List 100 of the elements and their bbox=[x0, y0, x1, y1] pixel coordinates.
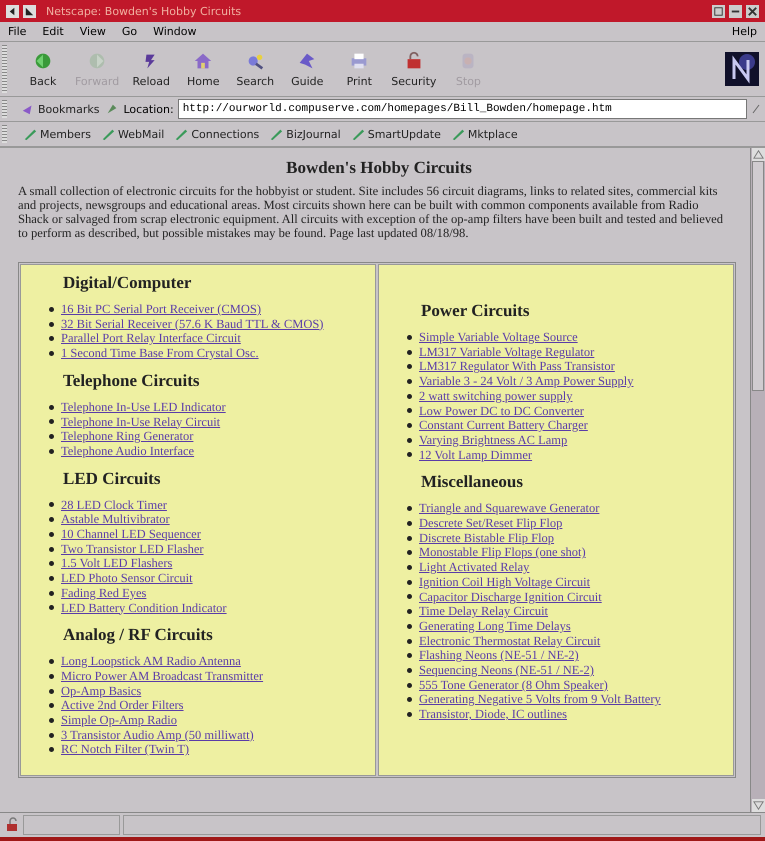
bullet-icon bbox=[407, 520, 412, 526]
circuit-link[interactable]: Electronic Thermostat Relay Circuit bbox=[419, 634, 600, 648]
section-heading: Digital/Computer bbox=[63, 273, 192, 293]
circuit-link[interactable]: Telephone In-Use Relay Circuit bbox=[61, 414, 220, 430]
circuit-link[interactable]: Flashing Neons (NE-51 / NE-2) bbox=[419, 648, 579, 664]
circuit-link[interactable]: Capacitor Discharge Ignition Circuit bbox=[419, 590, 602, 604]
circuit-link[interactable]: LED Photo Sensor Circuit bbox=[61, 571, 193, 586]
bullet-icon bbox=[407, 334, 412, 340]
circuit-link[interactable]: Discrete Bistable Flip Flop bbox=[419, 530, 554, 546]
menu-item[interactable]: Go bbox=[122, 25, 138, 38]
maximize-icon[interactable] bbox=[729, 4, 742, 18]
toolbar-grip[interactable] bbox=[2, 125, 7, 143]
bookmark-link[interactable]: SmartUpdate bbox=[348, 127, 443, 141]
bullet-icon bbox=[407, 594, 412, 600]
circuit-link[interactable]: 10 Channel LED Sequencer bbox=[61, 527, 201, 542]
circuit-link[interactable]: Low Power DC to DC Converter bbox=[419, 404, 584, 418]
circuit-link[interactable]: Triangle and Squarewave Generator bbox=[419, 501, 600, 516]
circuit-link[interactable]: Ignition Coil High Voltage Circuit bbox=[419, 574, 590, 590]
bookmark-link[interactable]: Connections bbox=[172, 127, 262, 141]
circuit-link[interactable]: Fading Red Eyes bbox=[61, 586, 146, 601]
circuit-link[interactable]: 12 Volt Lamp Dimmer bbox=[419, 448, 532, 462]
bullet-icon bbox=[49, 448, 54, 454]
circuit-link[interactable]: Descrete Set/Reset Flip Flop bbox=[419, 516, 562, 531]
toolbar-button[interactable]: Home bbox=[177, 46, 230, 92]
circuit-link[interactable]: Simple Op-Amp Radio bbox=[61, 713, 177, 728]
circuit-link[interactable]: RC Notch Filter (Twin T) bbox=[61, 742, 190, 758]
circuit-link[interactable]: Long Loopstick AM Radio Antenna bbox=[61, 654, 241, 669]
url-field[interactable]: http://ourworld.compuserve.com/homepages/Bill_Bowden/homepage.htm bbox=[178, 99, 747, 119]
toolbar-button[interactable]: Guide bbox=[281, 46, 334, 92]
bullet-icon bbox=[407, 536, 412, 541]
menu-item[interactable]: Edit bbox=[42, 25, 64, 38]
menu-item[interactable]: Help bbox=[732, 25, 757, 38]
circuit-link[interactable]: Generating Negative 5 Volts from 9 Volt Battery bbox=[419, 692, 661, 708]
circuit-link[interactable]: Active 2nd Order Filters bbox=[61, 698, 184, 714]
circuit-link[interactable]: Telephone Ring Generator bbox=[61, 429, 194, 444]
bullet-icon bbox=[407, 609, 412, 614]
circuit-link[interactable]: Time Delay Relay Circuit bbox=[419, 604, 548, 619]
window-menu-icon[interactable] bbox=[6, 4, 19, 18]
minimize-icon[interactable] bbox=[712, 4, 725, 18]
bookmark-link[interactable]: Members bbox=[21, 127, 93, 141]
bullet-icon bbox=[49, 605, 54, 610]
bullet-icon bbox=[407, 638, 412, 644]
circuit-link[interactable]: Constant Current Battery Charger bbox=[419, 418, 588, 433]
circuit-link[interactable]: Astable Multivibrator bbox=[61, 512, 170, 528]
circuit-link[interactable]: Sequencing Neons (NE-51 / NE-2) bbox=[419, 663, 594, 678]
toolbar-grip[interactable] bbox=[2, 100, 7, 118]
menu-item[interactable]: Window bbox=[153, 25, 196, 38]
scroll-down-icon[interactable] bbox=[752, 799, 764, 812]
toolbar-button[interactable]: Security bbox=[385, 46, 442, 92]
circuit-link[interactable]: Telephone Audio Interface bbox=[61, 444, 194, 459]
circuit-link[interactable]: 3 Transistor Audio Amp (50 milliwatt) bbox=[61, 728, 254, 742]
logo-icon bbox=[725, 52, 759, 86]
toolbar-button[interactable]: Print bbox=[333, 46, 386, 92]
circuit-link[interactable]: 28 LED Clock Timer bbox=[61, 498, 167, 512]
circuit-link[interactable]: Micro Power AM Broadcast Transmitter bbox=[61, 668, 264, 684]
bullet-icon bbox=[407, 564, 412, 570]
toolbar-button[interactable]: Search bbox=[229, 46, 282, 92]
bullet-icon bbox=[49, 502, 54, 508]
circuit-link[interactable]: Light Activated Relay bbox=[419, 560, 530, 575]
close-icon[interactable] bbox=[746, 4, 759, 18]
bookmark-link[interactable]: WebMail bbox=[98, 127, 166, 141]
toolbar-button[interactable]: Back bbox=[17, 46, 69, 92]
bullet-icon bbox=[49, 546, 54, 552]
window-shade-icon[interactable] bbox=[23, 4, 36, 18]
circuit-link[interactable]: 16 Bit PC Serial Port Receiver (CMOS) bbox=[61, 302, 261, 317]
menu-item[interactable]: File bbox=[8, 25, 26, 38]
scroll-up-icon[interactable] bbox=[752, 148, 764, 161]
circuit-link[interactable]: 555 Tone Generator (8 Ohm Speaker) bbox=[419, 678, 608, 692]
scrollbar[interactable] bbox=[750, 148, 765, 812]
bookmark-link[interactable]: Mktplace bbox=[448, 127, 520, 141]
circuit-link[interactable]: 32 Bit Serial Receiver (57.6 K Baud TTL & CMOS) bbox=[61, 316, 324, 332]
circuit-link[interactable]: Simple Variable Voltage Source bbox=[419, 330, 578, 345]
circuit-link[interactable]: 2 watt switching power supply bbox=[419, 388, 572, 404]
circuit-link[interactable]: Op-Amp Basics bbox=[61, 684, 142, 698]
bullet-icon bbox=[407, 580, 412, 585]
circuit-link[interactable]: Monostable Flip Flops (one shot) bbox=[419, 545, 586, 560]
bullet-icon bbox=[49, 532, 54, 537]
window-title: Netscape: Bowden's Hobby Circuits bbox=[46, 4, 242, 18]
circuit-link[interactable]: Parallel Port Relay Interface Circuit bbox=[61, 331, 241, 346]
bookmark-link[interactable]: BizJournal bbox=[267, 127, 343, 141]
circuit-link[interactable]: Transistor, Diode, IC outlines bbox=[419, 707, 567, 722]
circuit-link[interactable]: Generating Long Time Delays bbox=[419, 618, 571, 634]
circuit-link[interactable]: Two Transistor LED Flasher bbox=[61, 542, 204, 556]
bullet-icon bbox=[407, 378, 412, 384]
circuit-link[interactable]: LM317 Regulator With Pass Transistor bbox=[419, 359, 615, 374]
bookmarks-button[interactable]: Bookmarks bbox=[19, 102, 102, 116]
intro-paragraph: A small collection of electronic circuits for the hobbyist or student. Site includes 56 circuit diagrams, links to related sites, commercial kits and projects, newsgroups and educational areas. Most circuits shown here can be built with common components available from Radio Shack or salvaged from scrap electronic equipment. All circuits with exception of the op-amp filters have been built and tested and believed to perform as described, but possible mistakes may be found. Page last updated 08/18/98. bbox=[18, 184, 724, 240]
menu-item[interactable]: View bbox=[80, 25, 106, 38]
circuit-link[interactable]: 1 Second Time Base From Crystal Osc. bbox=[61, 346, 259, 361]
padlock-icon[interactable] bbox=[4, 817, 20, 833]
circuit-link[interactable]: LM317 Variable Voltage Regulator bbox=[419, 344, 594, 360]
bullet-icon bbox=[49, 732, 54, 738]
scroll-thumb[interactable] bbox=[752, 161, 764, 391]
circuit-link[interactable]: 1.5 Volt LED Flashers bbox=[61, 556, 172, 572]
toolbar-grip[interactable] bbox=[2, 45, 7, 93]
circuit-link[interactable]: LED Battery Condition Indicator bbox=[61, 600, 227, 616]
circuit-link[interactable]: Varying Brightness AC Lamp bbox=[419, 432, 568, 448]
circuit-link[interactable]: Telephone In-Use LED Indicator bbox=[61, 400, 226, 415]
toolbar-button[interactable]: Reload bbox=[125, 46, 178, 92]
circuit-link[interactable]: Variable 3 - 24 Volt / 3 Amp Power Supply bbox=[419, 374, 634, 389]
